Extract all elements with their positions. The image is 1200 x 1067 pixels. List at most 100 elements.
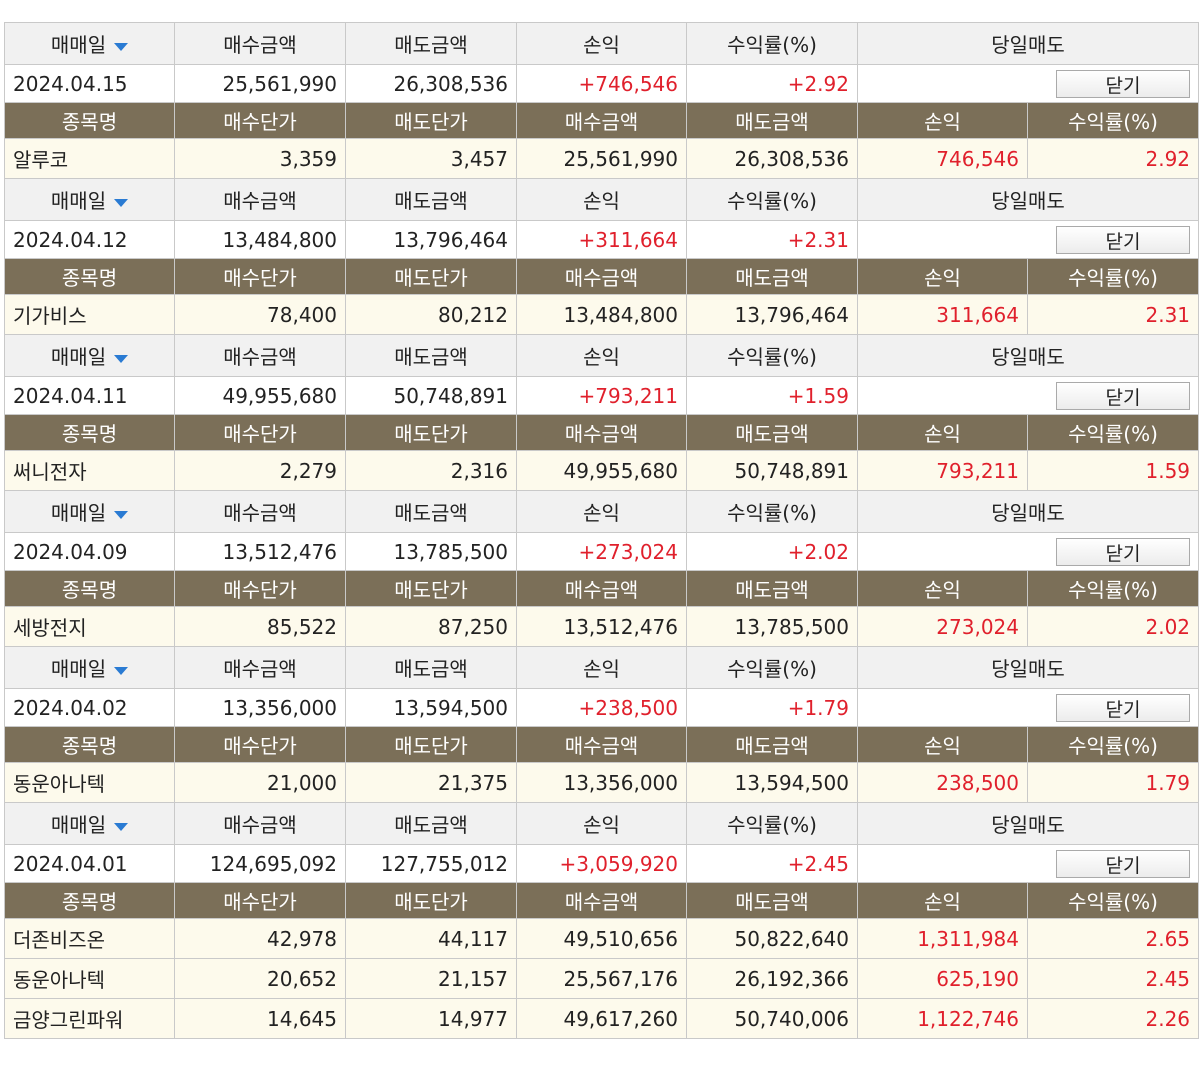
- item-sell-amount-header: 매도금액: [686, 258, 858, 295]
- trade-date-sort-header[interactable]: 매매일: [4, 178, 175, 221]
- summary-row: 2024.04.01 124,695,092 127,755,012 +3,05…: [4, 844, 1200, 883]
- buy-amount-header: 매수금액: [174, 490, 346, 533]
- item-return-header: 수익률(%): [1026, 726, 1200, 763]
- item-sell-amount: 26,192,366: [686, 958, 858, 999]
- stock-name-header: 종목명: [4, 102, 175, 139]
- stock-row[interactable]: 더존비즈온 42,978 44,117 49,510,656 50,822,64…: [4, 918, 1200, 959]
- trade-date-sort-header[interactable]: 매매일: [4, 490, 175, 533]
- stock-row[interactable]: 기가비스 78,400 80,212 13,484,800 13,796,464…: [4, 294, 1200, 335]
- item-sell-amount: 50,822,640: [686, 918, 858, 959]
- stock-name: 세방전지: [4, 606, 175, 647]
- caret-down-icon: [114, 822, 129, 831]
- return-header: 수익률(%): [686, 334, 858, 377]
- trade-date-sort-header[interactable]: 매매일: [4, 802, 175, 845]
- stock-name-header: 종목명: [4, 726, 175, 763]
- same-day-sell-header: 당일매도: [856, 334, 1200, 377]
- item-return: 2.26: [1026, 998, 1200, 1039]
- sell-price: 2,316: [345, 450, 517, 491]
- caret-down-icon: [114, 42, 129, 51]
- summary-pnl: +746,546: [516, 64, 687, 103]
- item-return-header: 수익률(%): [1026, 258, 1200, 295]
- item-sell-amount-header: 매도금액: [686, 102, 858, 139]
- summary-header-row: 매매일 매수금액 매도금액 손익 수익률(%) 당일매도: [4, 178, 1200, 221]
- item-pnl-header: 손익: [857, 258, 1028, 295]
- buy-price-header: 매수단가: [174, 102, 346, 139]
- sell-amount-header: 매도금액: [345, 802, 517, 845]
- item-sell-amount: 50,748,891: [686, 450, 858, 491]
- item-pnl: 238,500: [857, 762, 1028, 803]
- trade-date-sort-header[interactable]: 매매일: [4, 646, 175, 689]
- item-return-header: 수익률(%): [1026, 882, 1200, 919]
- sell-price: 14,977: [345, 998, 517, 1039]
- close-button-cell: 닫기: [856, 688, 1200, 727]
- item-header-row: 종목명 매수단가 매도단가 매수금액 매도금액 손익 수익률(%): [4, 882, 1200, 919]
- item-pnl: 1,311,984: [857, 918, 1028, 959]
- pnl-header: 손익: [516, 334, 687, 377]
- stock-row[interactable]: 알루코 3,359 3,457 25,561,990 26,308,536 74…: [4, 138, 1200, 179]
- stock-row[interactable]: 세방전지 85,522 87,250 13,512,476 13,785,500…: [4, 606, 1200, 647]
- close-button[interactable]: 닫기: [1056, 693, 1191, 722]
- close-button[interactable]: 닫기: [1056, 849, 1191, 878]
- item-pnl-header: 손익: [857, 726, 1028, 763]
- stock-row[interactable]: 동운아나텍 21,000 21,375 13,356,000 13,594,50…: [4, 762, 1200, 803]
- summary-buy-amount: 25,561,990: [174, 64, 346, 103]
- close-button[interactable]: 닫기: [1056, 225, 1191, 254]
- stock-row[interactable]: 써니전자 2,279 2,316 49,955,680 50,748,891 7…: [4, 450, 1200, 491]
- summary-buy-amount: 13,484,800: [174, 220, 346, 259]
- item-sell-amount-header: 매도금액: [686, 882, 858, 919]
- item-return: 2.45: [1026, 958, 1200, 999]
- sell-price-header: 매도단가: [345, 882, 517, 919]
- sell-price: 21,157: [345, 958, 517, 999]
- item-buy-amount-header: 매수금액: [516, 414, 687, 451]
- item-header-row: 종목명 매수단가 매도단가 매수금액 매도금액 손익 수익률(%): [4, 726, 1200, 763]
- item-sell-amount: 13,594,500: [686, 762, 858, 803]
- summary-sell-amount: 13,785,500: [345, 532, 517, 571]
- buy-price-header: 매수단가: [174, 726, 346, 763]
- stock-name-header: 종목명: [4, 882, 175, 919]
- summary-buy-amount: 124,695,092: [174, 844, 346, 883]
- item-return: 1.79: [1026, 762, 1200, 803]
- trade-date: 2024.04.12: [4, 220, 175, 259]
- item-header-row: 종목명 매수단가 매도단가 매수금액 매도금액 손익 수익률(%): [4, 258, 1200, 295]
- trade-date-sort-header[interactable]: 매매일: [4, 22, 175, 65]
- sell-price: 21,375: [345, 762, 517, 803]
- pnl-header: 손익: [516, 490, 687, 533]
- sell-price: 87,250: [345, 606, 517, 647]
- sell-amount-header: 매도금액: [345, 334, 517, 377]
- item-sell-amount: 13,796,464: [686, 294, 858, 335]
- stock-row[interactable]: 금양그린파워 14,645 14,977 49,617,260 50,740,0…: [4, 998, 1200, 1039]
- stock-name: 동운아나텍: [4, 958, 175, 999]
- buy-amount-header: 매수금액: [174, 334, 346, 377]
- item-buy-amount-header: 매수금액: [516, 102, 687, 139]
- item-return: 2.92: [1026, 138, 1200, 179]
- close-button[interactable]: 닫기: [1056, 69, 1191, 98]
- summary-sell-amount: 13,796,464: [345, 220, 517, 259]
- pnl-header: 손익: [516, 22, 687, 65]
- buy-price: 85,522: [174, 606, 346, 647]
- stock-row[interactable]: 동운아나텍 20,652 21,157 25,567,176 26,192,36…: [4, 958, 1200, 999]
- buy-price-header: 매수단가: [174, 882, 346, 919]
- sell-price-header: 매도단가: [345, 258, 517, 295]
- trade-date: 2024.04.15: [4, 64, 175, 103]
- close-button[interactable]: 닫기: [1056, 537, 1191, 566]
- item-return-header: 수익률(%): [1026, 570, 1200, 607]
- sell-amount-header: 매도금액: [345, 178, 517, 221]
- sell-price-header: 매도단가: [345, 414, 517, 451]
- close-button-cell: 닫기: [856, 532, 1200, 571]
- pnl-header: 손익: [516, 178, 687, 221]
- summary-sell-amount: 50,748,891: [345, 376, 517, 415]
- trade-date: 2024.04.11: [4, 376, 175, 415]
- summary-pnl: +311,664: [516, 220, 687, 259]
- sell-amount-header: 매도금액: [345, 490, 517, 533]
- close-button[interactable]: 닫기: [1056, 381, 1191, 410]
- item-buy-amount: 49,617,260: [516, 998, 687, 1039]
- item-sell-amount: 26,308,536: [686, 138, 858, 179]
- trade-date-sort-header[interactable]: 매매일: [4, 334, 175, 377]
- buy-amount-header: 매수금액: [174, 178, 346, 221]
- summary-sell-amount: 26,308,536: [345, 64, 517, 103]
- item-return: 2.31: [1026, 294, 1200, 335]
- close-button-cell: 닫기: [856, 376, 1200, 415]
- buy-price: 2,279: [174, 450, 346, 491]
- buy-price-header: 매수단가: [174, 414, 346, 451]
- summary-pnl: +793,211: [516, 376, 687, 415]
